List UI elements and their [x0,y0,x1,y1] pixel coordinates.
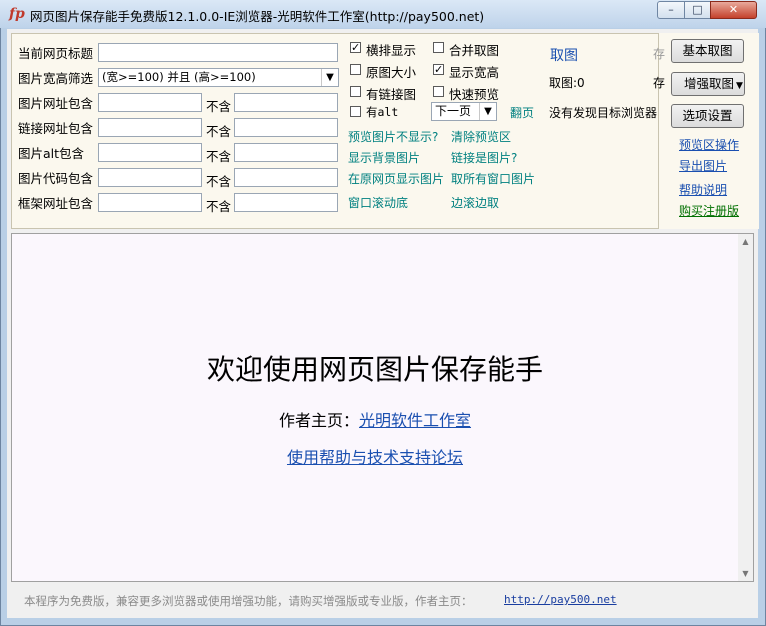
page-title-input[interactable] [98,43,338,62]
alt-label: 图片alt包含 [18,146,85,161]
frame-label: 框架网址包含 [18,196,94,211]
page-direction-value: 下一页 [435,104,472,118]
code-exclude-input[interactable] [234,168,338,187]
fetch-all-windows-link[interactable]: 取所有窗口图片 [451,170,535,187]
page-direction-select[interactable]: 下一页 ▼ [431,102,497,121]
scroll-up-icon[interactable]: ▲ [738,234,753,249]
show-dimensions-checkbox[interactable]: ✓ [433,64,444,75]
preview-ops-link[interactable]: 预览区操作 [679,136,739,153]
merge-fetch-checkbox[interactable] [433,42,444,53]
welcome-heading: 欢迎使用网页图片保存能手 [206,353,543,386]
scroll-while-fetch-link[interactable]: 边滚边取 [451,194,499,211]
close-button[interactable]: ✕ [710,1,757,19]
fetch-link[interactable]: 取图 [550,45,578,65]
author-line: 作者主页：光明软件工作室 [0,407,750,431]
page-turn-link[interactable]: 翻页 [510,104,534,121]
help-link[interactable]: 帮助说明 [679,181,727,198]
horizontal-display-label: 横排显示 [366,43,417,58]
scroll-bottom-link[interactable]: 窗口滚动底 [348,194,408,211]
code-exclude-label: 不含 [206,174,232,189]
link-url-include-input[interactable] [98,118,202,137]
app-icon: fp [9,6,25,22]
author-homepage-link[interactable]: 光明软件工作室 [359,411,471,430]
size-filter-select[interactable]: (宽>=100) 并且 (高>=100) ▼ [98,68,339,87]
link-url-label: 链接网址包含 [18,121,94,136]
author-prefix: 作者主页： [278,411,359,430]
has-link-label: 有链接图 [366,87,417,102]
has-alt-checkbox[interactable] [350,106,361,117]
fetch-count: 取图:0 [549,76,585,90]
frame-include-input[interactable] [98,193,202,212]
chevron-down-icon: ▼ [321,69,338,86]
buy-link[interactable]: 购买注册版 [679,202,739,219]
maximize-button[interactable]: □ [684,1,711,19]
image-url-exclude-label: 不含 [206,99,232,114]
alt-exclude-input[interactable] [234,143,338,162]
quick-preview-checkbox[interactable] [433,86,444,97]
minimize-button[interactable]: – [657,1,685,19]
link-url-exclude-label: 不含 [206,124,232,139]
export-images-link[interactable]: 导出图片 [679,157,727,174]
options-settings-button[interactable]: 选项设置 [671,104,744,128]
preview-not-showing-link[interactable]: 预览图片不显示? [348,128,438,145]
window-title: 网页图片保存能手免费版12.1.0.0-IE浏览器-光明软件工作室(http:/… [30,9,485,24]
frame-exclude-label: 不含 [206,199,232,214]
size-filter-value: (宽>=100) 并且 (高>=100) [102,70,256,84]
merge-fetch-label: 合并取图 [449,43,500,58]
has-link-checkbox[interactable] [350,86,361,97]
alt-include-input[interactable] [98,143,202,162]
show-dimensions-label: 显示宽高 [449,65,500,80]
scroll-down-icon[interactable]: ▼ [738,566,753,581]
status-text: 本程序为免费版，兼容更多浏览器或使用增强功能，请购买增强版或专业版，作者主页： [24,594,473,608]
show-background-link[interactable]: 显示背景图片 [348,149,420,166]
status-homepage-link[interactable]: http://pay500.net [504,593,617,606]
enhanced-fetch-button[interactable]: 增强取图 ▼ [671,72,745,96]
original-size-checkbox[interactable] [350,64,361,75]
no-browser-status: 没有发现目标浏览器 [549,106,658,120]
code-include-input[interactable] [98,168,202,187]
size-filter-label: 图片宽高筛选 [18,71,94,86]
quick-preview-label: 快速预览 [449,87,500,102]
image-url-include-input[interactable] [98,93,202,112]
code-label: 图片代码包含 [18,171,94,186]
basic-fetch-button[interactable]: 基本取图 [671,39,744,63]
has-alt-label: 有alt [366,105,399,119]
enhanced-fetch-label: 增强取图 [684,76,735,91]
original-size-label: 原图大小 [366,65,417,80]
forum-link[interactable]: 使用帮助与技术支持论坛 [0,444,750,468]
image-url-label: 图片网址包含 [18,96,94,111]
image-url-exclude-input[interactable] [234,93,338,112]
horizontal-display-checkbox[interactable]: ✓ [350,42,361,53]
truncated-label-2: 存 [653,76,666,90]
truncated-label-1: 存 [653,47,666,61]
link-is-image-link[interactable]: 链接是图片? [451,149,517,166]
page-title-label: 当前网页标题 [18,46,94,61]
alt-exclude-label: 不含 [206,149,232,164]
link-url-exclude-input[interactable] [234,118,338,137]
dropdown-arrow-icon: ▼ [736,81,743,91]
frame-exclude-input[interactable] [234,193,338,212]
show-in-original-link[interactable]: 在原网页显示图片 [348,170,444,187]
chevron-down-icon: ▼ [479,103,496,120]
clear-preview-link[interactable]: 清除预览区 [451,128,511,145]
